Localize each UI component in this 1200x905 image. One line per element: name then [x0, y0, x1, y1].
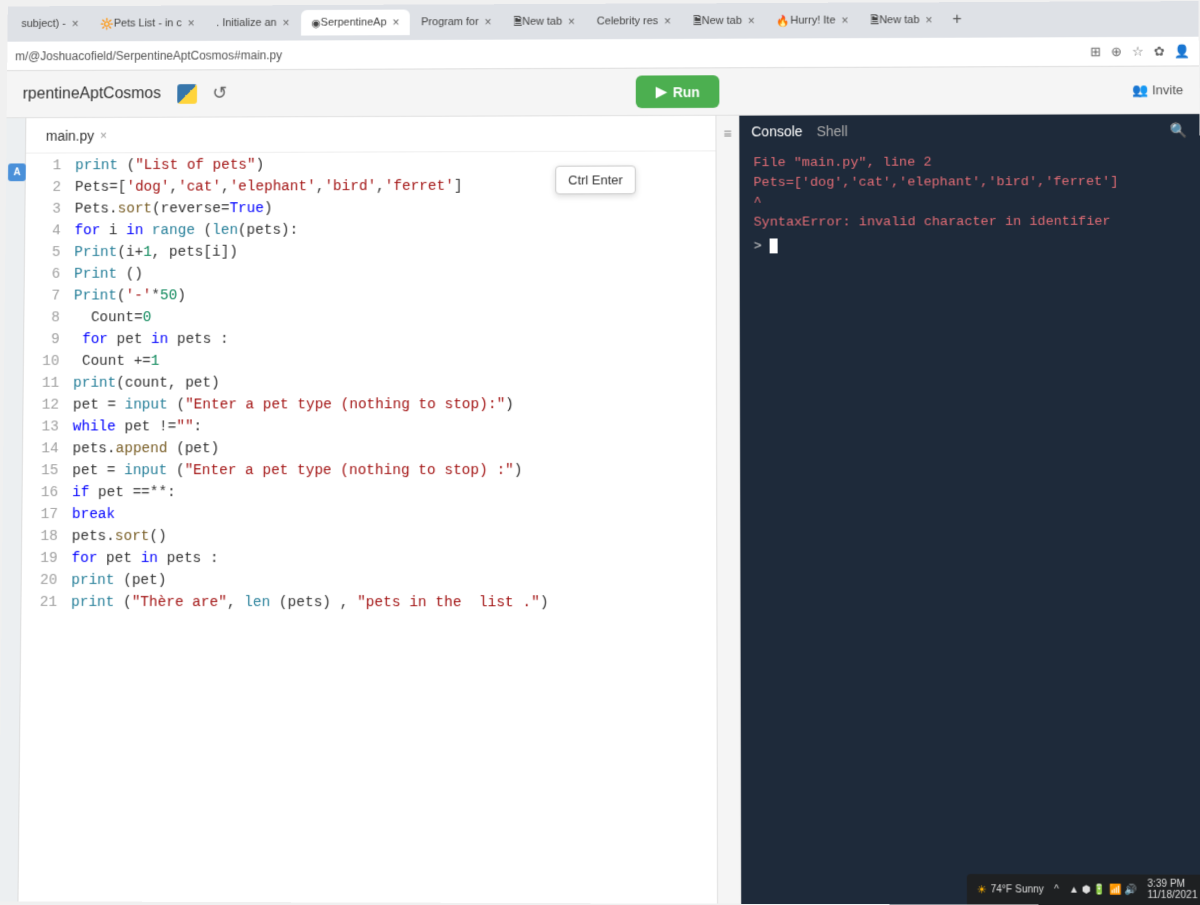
browser-tab[interactable]: 🗎 New tab×	[683, 5, 765, 36]
tab-shell[interactable]: Shell	[817, 123, 848, 140]
close-icon[interactable]: ×	[485, 15, 492, 29]
tab-console[interactable]: Console	[751, 123, 802, 140]
replit-header: rpentineAptCosmos ↺ ▶ Run 👥 Invite	[7, 66, 1200, 118]
sun-icon: ☀	[977, 883, 987, 896]
console-tab-bar: Console Shell 🔍	[739, 114, 1200, 148]
code-editor[interactable]: 123456789101112131415161718192021 print …	[18, 151, 717, 903]
run-button[interactable]: ▶ Run	[636, 75, 720, 108]
code-content[interactable]: print ("List of pets")Pets=['dog','cat',…	[68, 153, 717, 903]
main-area: main.py × 123456789101112131415161718192…	[0, 114, 1200, 905]
shortcut-tooltip: Ctrl Enter	[555, 165, 636, 194]
tray-chevron-icon[interactable]: ^	[1054, 884, 1059, 895]
file-tab[interactable]: main.py ×	[34, 119, 119, 151]
browser-tab[interactable]: Celebrity res×	[587, 8, 681, 34]
invite-button[interactable]: 👥 Invite	[1132, 82, 1183, 98]
ai-badge[interactable]: A	[8, 163, 26, 181]
taskbar-clock[interactable]: 3:39 PM11/18/2021	[1147, 879, 1197, 902]
browser-tab[interactable]: 🔆 Pets List - in c×	[90, 10, 204, 36]
close-icon[interactable]: ×	[188, 16, 195, 30]
close-icon[interactable]: ×	[841, 14, 848, 28]
close-icon[interactable]: ×	[748, 14, 755, 28]
error-caret: ^	[753, 193, 1186, 214]
close-icon[interactable]: ×	[664, 14, 671, 28]
star-icon[interactable]: ☆	[1132, 43, 1144, 59]
cursor-icon	[770, 238, 778, 253]
python-icon	[177, 84, 197, 104]
new-tab-button[interactable]: +	[944, 7, 969, 33]
close-icon[interactable]: ×	[568, 15, 575, 29]
close-icon[interactable]: ×	[392, 15, 399, 29]
close-icon[interactable]: ×	[925, 13, 932, 27]
browser-tab[interactable]: 🔥 Hurry! Ite×	[767, 8, 859, 34]
browser-tab[interactable]: Program for×	[411, 9, 501, 35]
file-tab-bar: main.py ×	[26, 116, 715, 154]
console-output[interactable]: File "main.py", line 2 Pets=['dog','cat'…	[739, 147, 1200, 905]
grid-icon[interactable]: ⊞	[1090, 44, 1101, 60]
close-icon[interactable]: ×	[100, 128, 107, 142]
editor-panel: main.py × 123456789101112131415161718192…	[18, 116, 717, 904]
history-icon[interactable]: ↺	[212, 83, 227, 104]
panel-divider[interactable]: ≡	[715, 116, 741, 904]
close-icon[interactable]: ×	[283, 16, 290, 30]
repl-title: rpentineAptCosmos	[23, 85, 162, 103]
browser-tab[interactable]: . Initialize an×	[206, 10, 299, 36]
browser-tab[interactable]: 🗎 New tab×	[860, 5, 942, 36]
search-icon[interactable]: ⊕	[1111, 43, 1122, 59]
search-icon[interactable]: 🔍	[1170, 122, 1188, 139]
close-icon[interactable]: ×	[72, 17, 79, 31]
error-code-line: Pets=['dog','cat','elephant','bird','fer…	[753, 173, 1186, 194]
browser-tab-active[interactable]: ◉ SerpentineAp×	[301, 10, 409, 36]
extension-icon[interactable]: ✿	[1154, 43, 1165, 59]
line-gutter: 123456789101112131415161718192021	[18, 155, 75, 901]
url-bar: m/@Joshuacofield/SerpentineAptCosmos#mai…	[7, 37, 1199, 71]
windows-taskbar: ☀74°F Sunny ^ ▲ ⬢ 🔋 📶 🔊 3:39 PM11/18/202…	[966, 874, 1200, 905]
error-message: SyntaxError: invalid character in identi…	[754, 213, 1187, 234]
weather-widget[interactable]: ☀74°F Sunny	[977, 883, 1044, 896]
file-tab-label: main.py	[46, 127, 94, 143]
browser-tab[interactable]: subject) -×	[11, 11, 88, 37]
console-panel: Console Shell 🔍 File "main.py", line 2 P…	[739, 114, 1200, 905]
tray-icons[interactable]: ▲ ⬢ 🔋 📶 🔊	[1069, 884, 1137, 895]
console-prompt[interactable]: >	[754, 236, 1187, 257]
error-file-line: File "main.py", line 2	[753, 153, 1186, 174]
profile-icon[interactable]: 👤	[1175, 43, 1191, 59]
url-text[interactable]: m/@Joshuacofield/SerpentineAptCosmos#mai…	[15, 45, 1090, 63]
browser-tab[interactable]: 🗎 New tab×	[503, 6, 585, 37]
browser-tab-strip: subject) -× 🔆 Pets List - in c× . Initia…	[7, 1, 1198, 42]
